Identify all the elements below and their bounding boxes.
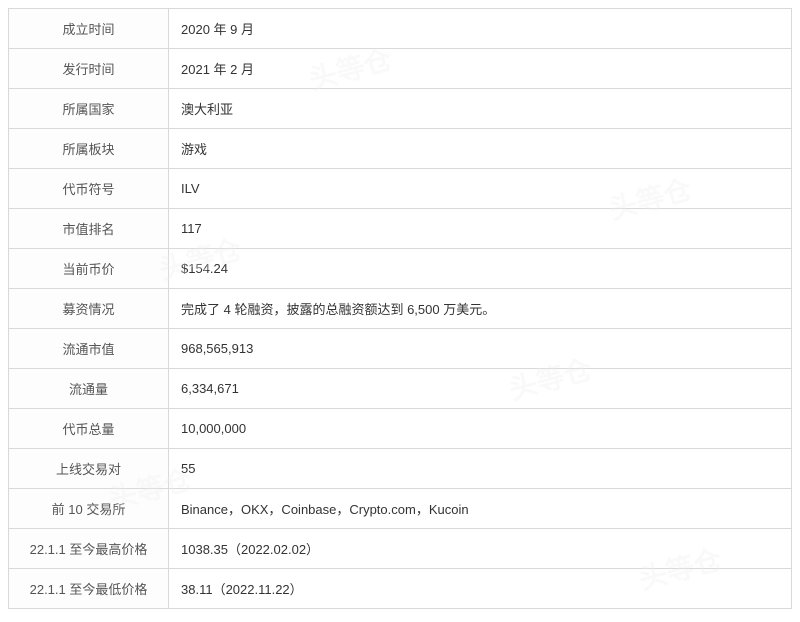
row-label: 22.1.1 至今最高价格: [9, 529, 169, 569]
row-label: 上线交易对: [9, 449, 169, 489]
table-row: 上线交易对55: [9, 449, 792, 489]
row-value: 10,000,000: [169, 409, 792, 449]
table-row: 代币总量10,000,000: [9, 409, 792, 449]
row-value: 游戏: [169, 129, 792, 169]
row-value: 完成了 4 轮融资，披露的总融资额达到 6,500 万美元。: [169, 289, 792, 329]
table-row: 22.1.1 至今最低价格38.11（2022.11.22）: [9, 569, 792, 609]
table-row: 发行时间2021 年 2 月: [9, 49, 792, 89]
row-label: 代币总量: [9, 409, 169, 449]
row-value: Binance，OKX，Coinbase，Crypto.com，Kucoin: [169, 489, 792, 529]
table-row: 成立时间2020 年 9 月: [9, 9, 792, 49]
row-value: 1038.35（2022.02.02）: [169, 529, 792, 569]
row-value: 968,565,913: [169, 329, 792, 369]
row-label: 所属国家: [9, 89, 169, 129]
table-row: 22.1.1 至今最高价格1038.35（2022.02.02）: [9, 529, 792, 569]
row-value: $154.24: [169, 249, 792, 289]
row-label: 22.1.1 至今最低价格: [9, 569, 169, 609]
row-value: ILV: [169, 169, 792, 209]
row-label: 市值排名: [9, 209, 169, 249]
row-label: 所属板块: [9, 129, 169, 169]
row-label: 募资情况: [9, 289, 169, 329]
row-label: 流通量: [9, 369, 169, 409]
row-value: 2020 年 9 月: [169, 9, 792, 49]
row-label: 前 10 交易所: [9, 489, 169, 529]
row-label: 发行时间: [9, 49, 169, 89]
table-row: 所属板块游戏: [9, 129, 792, 169]
table-row: 代币符号ILV: [9, 169, 792, 209]
row-value: 38.11（2022.11.22）: [169, 569, 792, 609]
row-value: 2021 年 2 月: [169, 49, 792, 89]
row-label: 当前币价: [9, 249, 169, 289]
row-label: 成立时间: [9, 9, 169, 49]
table-row: 当前币价$154.24: [9, 249, 792, 289]
table-row: 所属国家澳大利亚: [9, 89, 792, 129]
table-row: 流通市值968,565,913: [9, 329, 792, 369]
table-row: 募资情况完成了 4 轮融资，披露的总融资额达到 6,500 万美元。: [9, 289, 792, 329]
table-row: 前 10 交易所Binance，OKX，Coinbase，Crypto.com，…: [9, 489, 792, 529]
table-row: 流通量6,334,671: [9, 369, 792, 409]
row-value: 117: [169, 209, 792, 249]
row-value: 澳大利亚: [169, 89, 792, 129]
row-label: 代币符号: [9, 169, 169, 209]
table-container: 头等仓 头等仓 头等仓 头等仓 头等仓 头等仓 成立时间2020 年 9 月发行…: [8, 8, 792, 609]
row-value: 6,334,671: [169, 369, 792, 409]
info-table: 成立时间2020 年 9 月发行时间2021 年 2 月所属国家澳大利亚所属板块…: [8, 8, 792, 609]
row-label: 流通市值: [9, 329, 169, 369]
table-row: 市值排名117: [9, 209, 792, 249]
row-value: 55: [169, 449, 792, 489]
